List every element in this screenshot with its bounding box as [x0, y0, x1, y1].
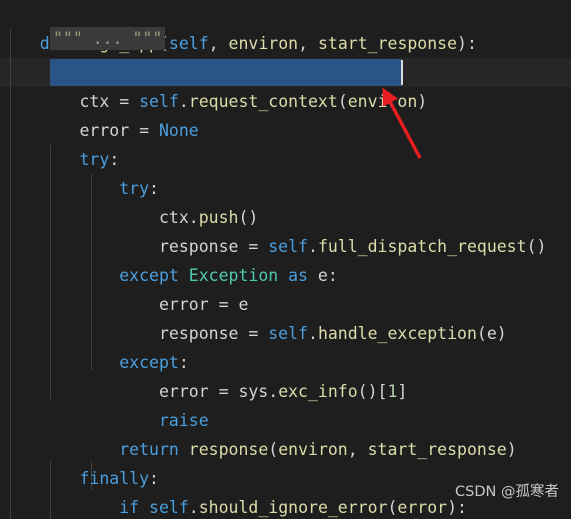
code-line-6[interactable]: try:	[0, 145, 571, 198]
code-line-8[interactable]: response = self.full_dispatch_request()	[0, 203, 571, 256]
text-caret	[401, 60, 403, 85]
code-line-10[interactable]: error = e	[0, 261, 571, 314]
code-line-5[interactable]: try:	[0, 116, 571, 169]
code-line-3[interactable]: ctx = self.request_context(environ)	[0, 58, 571, 111]
code-line-12[interactable]: except:	[0, 319, 571, 372]
code-line-1[interactable]: def wsgi_app(self, environ, start_respon…	[0, 0, 571, 53]
csdn-watermark: CSDN @孤寒者	[455, 484, 559, 500]
code-line-13[interactable]: error = sys.exc_info()[1]	[0, 348, 571, 401]
token-self: self	[168, 34, 209, 53]
code-line-14[interactable]: raise	[0, 377, 571, 430]
code-editor[interactable]: def wsgi_app(self, environ, start_respon…	[0, 0, 571, 519]
code-line-16[interactable]: finally:	[0, 435, 571, 488]
code-line-15[interactable]: return response(environ, start_response)	[0, 406, 571, 459]
code-line-4[interactable]: error = None	[0, 87, 571, 140]
code-line-9[interactable]: except Exception as e:	[0, 232, 571, 285]
folded-docstring-region[interactable]: """ ... """	[50, 27, 166, 50]
code-line-7[interactable]: ctx.push()	[0, 174, 571, 227]
code-line-11[interactable]: response = self.handle_exception(e)	[0, 290, 571, 343]
